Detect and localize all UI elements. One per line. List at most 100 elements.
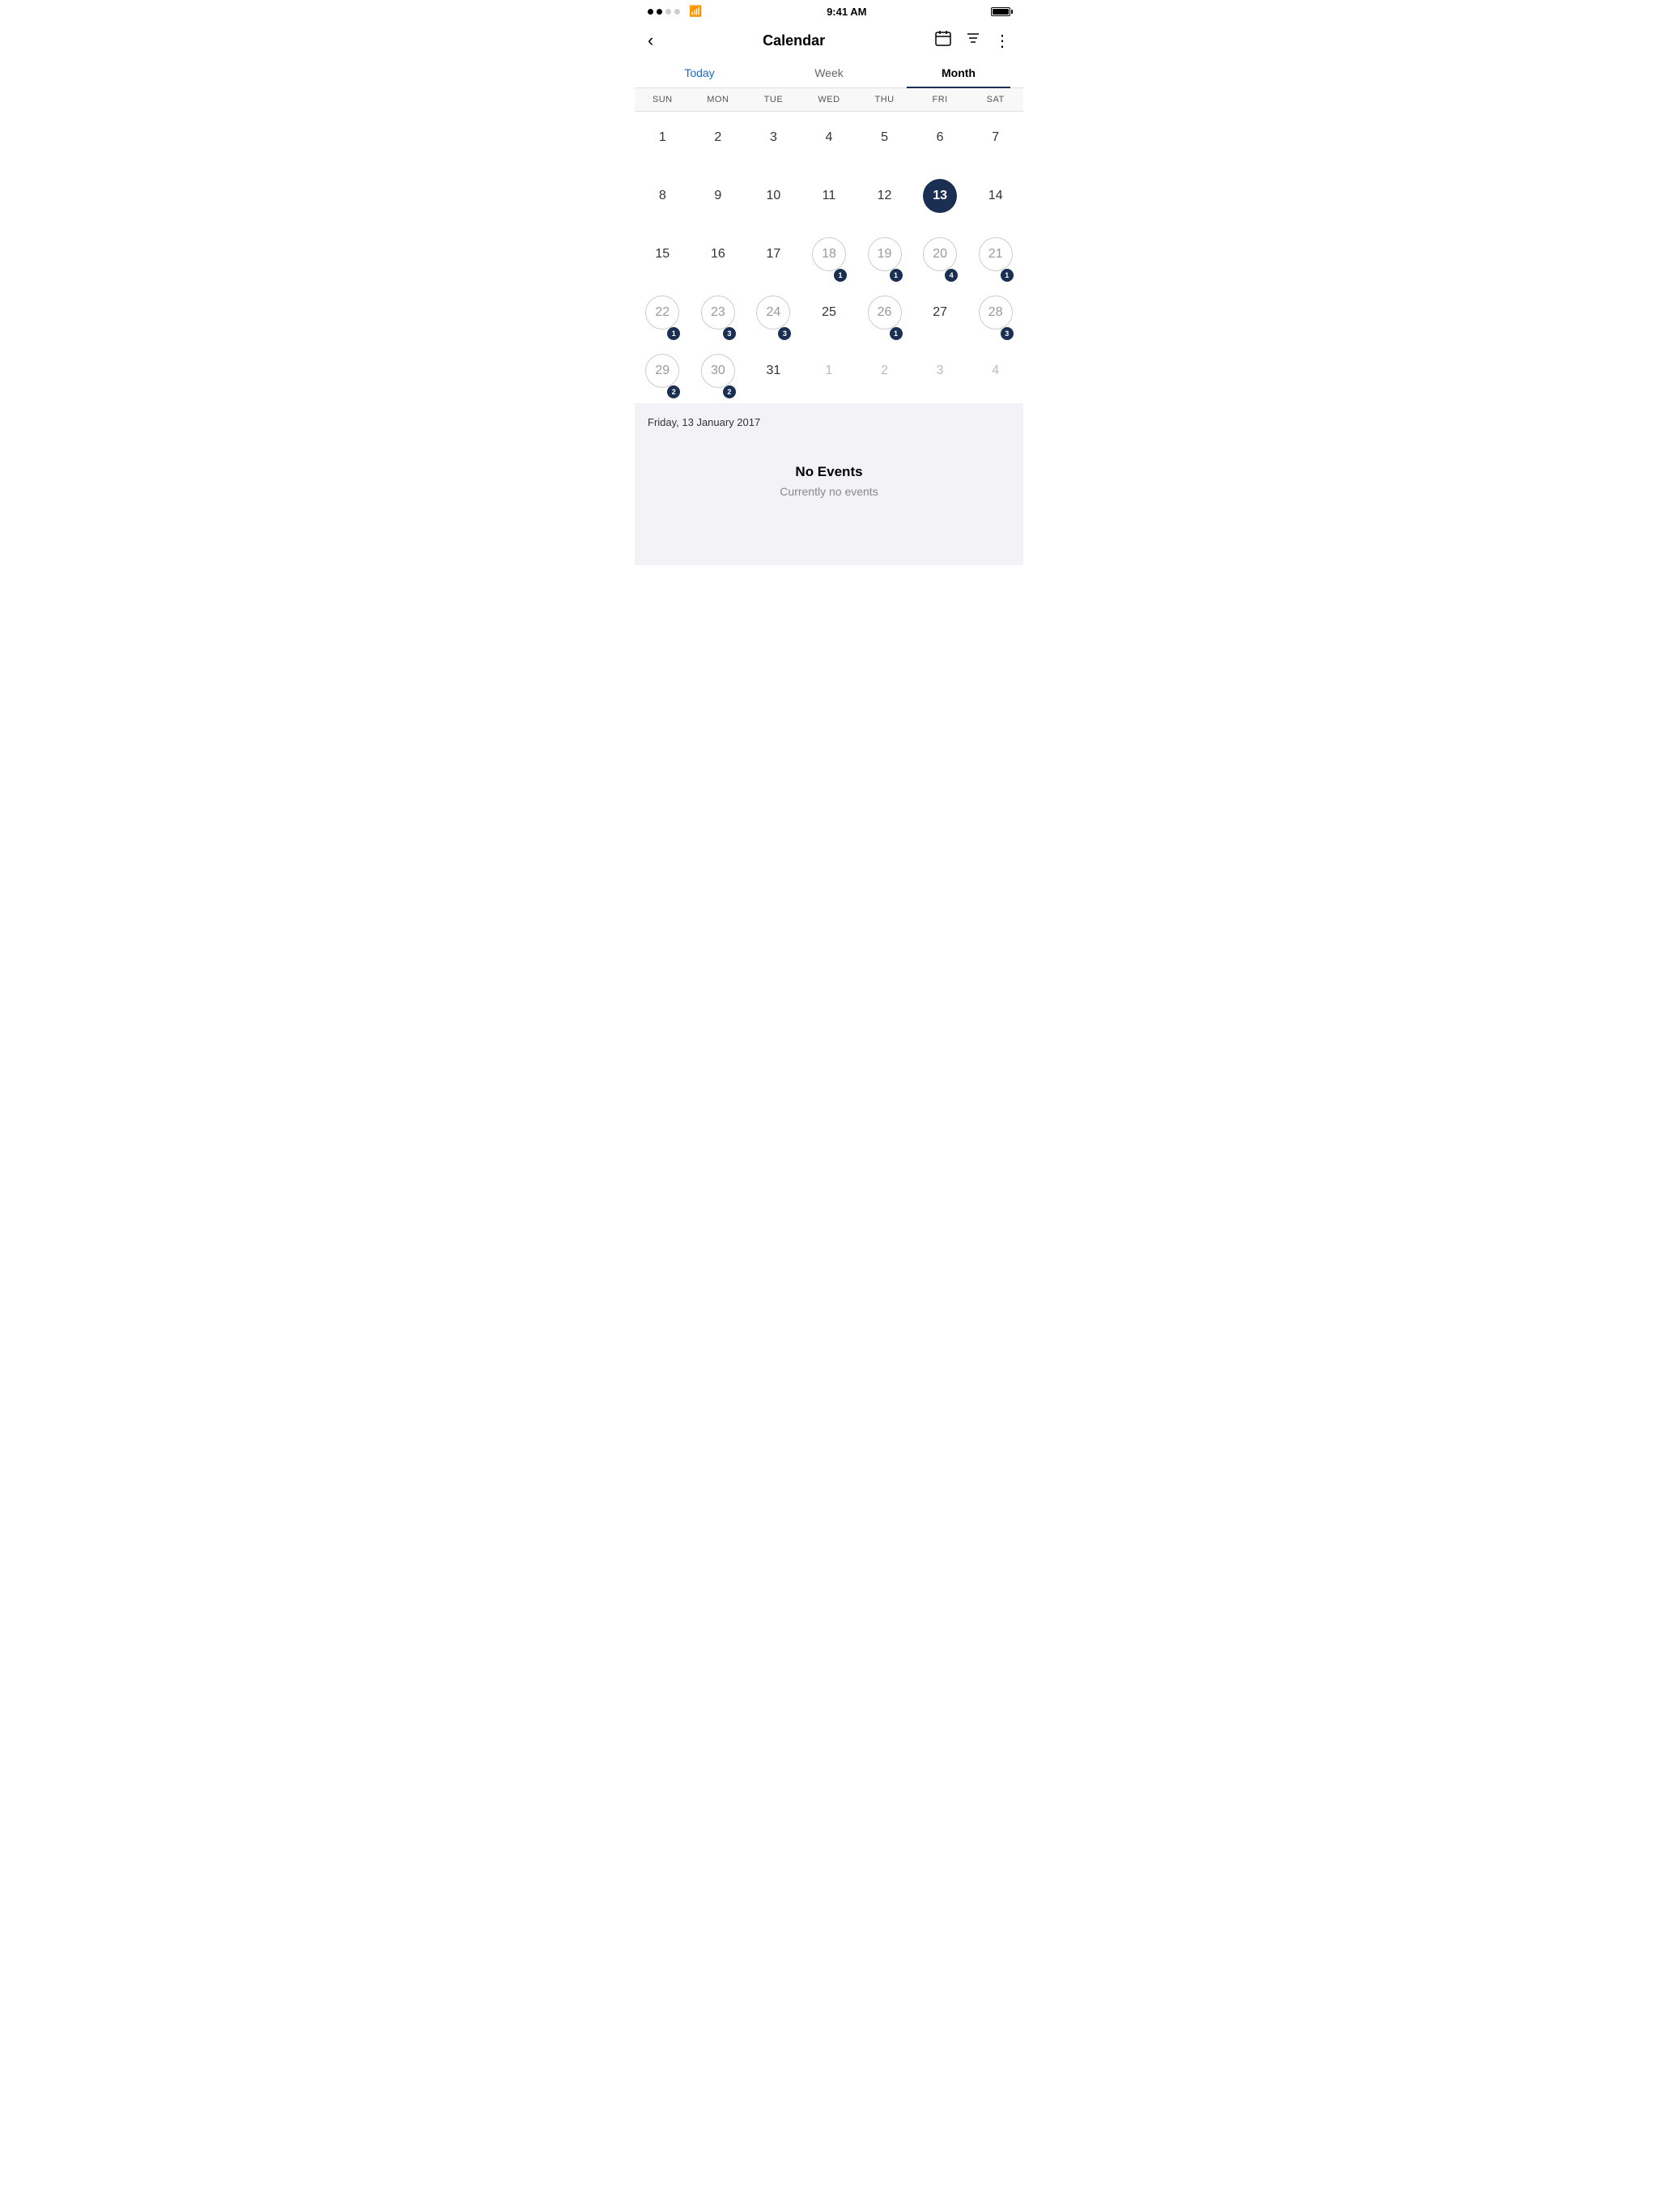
day-number: 7 (979, 121, 1013, 155)
status-bar-right (991, 7, 1010, 16)
signal-dot-4 (674, 9, 680, 15)
day-number: 28 (979, 296, 1013, 330)
day-number: 1 (645, 121, 679, 155)
day-number: 29 (645, 354, 679, 388)
calendar-icon[interactable] (934, 29, 952, 52)
calendar-cell[interactable]: 8 (635, 170, 691, 228)
day-number: 17 (756, 237, 790, 271)
calendar-cell[interactable]: 11 (801, 170, 857, 228)
calendar-cell[interactable]: 221 (635, 287, 691, 345)
day-number: 30 (701, 354, 735, 388)
day-number: 31 (756, 354, 790, 388)
event-badge: 1 (1001, 269, 1014, 282)
filter-icon[interactable] (965, 30, 981, 51)
event-badge: 1 (890, 269, 903, 282)
calendar-cell[interactable]: 12 (857, 170, 912, 228)
status-bar-time: 9:41 AM (827, 6, 866, 18)
signal-dot-2 (657, 9, 662, 15)
calendar-cell[interactable]: 283 (967, 287, 1023, 345)
event-badge: 1 (890, 327, 903, 340)
calendar-cell[interactable]: 292 (635, 345, 691, 403)
calendar-cell[interactable]: 204 (912, 228, 968, 287)
calendar-cell[interactable]: 27 (912, 287, 968, 345)
calendar-cell[interactable]: 15 (635, 228, 691, 287)
signal-dot-3 (665, 9, 671, 15)
day-number: 1 (812, 354, 846, 388)
day-number: 8 (645, 179, 679, 213)
day-header-wed: WED (801, 88, 857, 111)
day-number: 12 (868, 179, 902, 213)
day-number: 25 (812, 296, 846, 330)
nav-bar: ‹ Calendar ⋮ (635, 23, 1023, 58)
calendar-cell[interactable]: 9 (691, 170, 746, 228)
calendar-cell[interactable]: 181 (801, 228, 857, 287)
day-number: 13 (923, 179, 957, 213)
day-number: 26 (868, 296, 902, 330)
day-number: 21 (979, 237, 1013, 271)
day-number: 19 (868, 237, 902, 271)
event-badge: 1 (834, 269, 847, 282)
day-number: 22 (645, 296, 679, 330)
day-number: 18 (812, 237, 846, 271)
event-badge: 3 (778, 327, 791, 340)
tab-month[interactable]: Month (894, 58, 1023, 87)
calendar-cell[interactable]: 233 (691, 287, 746, 345)
tab-today[interactable]: Today (635, 58, 764, 87)
day-number: 14 (979, 179, 1013, 213)
calendar-cell[interactable]: 2 (691, 112, 746, 170)
calendar-cell[interactable]: 302 (691, 345, 746, 403)
tab-week[interactable]: Week (764, 58, 894, 87)
calendar-cell[interactable]: 1 (801, 345, 857, 403)
day-header-thu: THU (857, 88, 912, 111)
calendar-cell[interactable]: 1 (635, 112, 691, 170)
day-number: 2 (701, 121, 735, 155)
day-number: 15 (645, 237, 679, 271)
calendar-cell[interactable]: 3 (912, 345, 968, 403)
calendar-cell[interactable]: 14 (967, 170, 1023, 228)
calendar-cell[interactable]: 7 (967, 112, 1023, 170)
day-number: 23 (701, 296, 735, 330)
event-badge: 3 (723, 327, 736, 340)
signal-dot-1 (648, 9, 653, 15)
status-bar: 📶 9:41 AM (635, 0, 1023, 23)
no-events-subtitle: Currently no events (780, 485, 878, 498)
calendar-cell[interactable]: 16 (691, 228, 746, 287)
day-header-sat: SAT (967, 88, 1023, 111)
calendar-cell[interactable]: 4 (801, 112, 857, 170)
day-number: 2 (868, 354, 902, 388)
calendar-cell[interactable]: 2 (857, 345, 912, 403)
page-title: Calendar (763, 32, 825, 49)
calendar-cell[interactable]: 25 (801, 287, 857, 345)
event-badge: 4 (945, 269, 958, 282)
no-events-title: No Events (795, 464, 862, 480)
day-header-sun: SUN (635, 88, 691, 111)
day-header-fri: FRI (912, 88, 968, 111)
calendar-cell[interactable]: 3 (746, 112, 801, 170)
event-badge: 3 (1001, 327, 1014, 340)
calendar-cell[interactable]: 13 (912, 170, 968, 228)
day-number: 24 (756, 296, 790, 330)
event-badge: 1 (667, 327, 680, 340)
view-tabs: Today Week Month (635, 58, 1023, 88)
day-headers: SUN MON TUE WED THU FRI SAT (635, 88, 1023, 112)
calendar-cell[interactable]: 31 (746, 345, 801, 403)
no-events-container: No Events Currently no events (648, 448, 1010, 514)
day-number: 11 (812, 179, 846, 213)
day-header-tue: TUE (746, 88, 801, 111)
day-number: 5 (868, 121, 902, 155)
more-icon[interactable]: ⋮ (994, 31, 1010, 51)
day-number: 20 (923, 237, 957, 271)
calendar-cell[interactable]: 191 (857, 228, 912, 287)
back-button[interactable]: ‹ (648, 30, 653, 51)
calendar-cell[interactable]: 261 (857, 287, 912, 345)
calendar-cell[interactable]: 243 (746, 287, 801, 345)
calendar-cell[interactable]: 10 (746, 170, 801, 228)
calendar-cell[interactable]: 17 (746, 228, 801, 287)
calendar-grid: 1234567891011121314151617181191204211221… (635, 112, 1023, 403)
calendar-cell[interactable]: 6 (912, 112, 968, 170)
calendar-cell[interactable]: 5 (857, 112, 912, 170)
calendar-cell[interactable]: 4 (967, 345, 1023, 403)
calendar-cell[interactable]: 211 (967, 228, 1023, 287)
day-number: 9 (701, 179, 735, 213)
event-badge: 2 (667, 385, 680, 398)
